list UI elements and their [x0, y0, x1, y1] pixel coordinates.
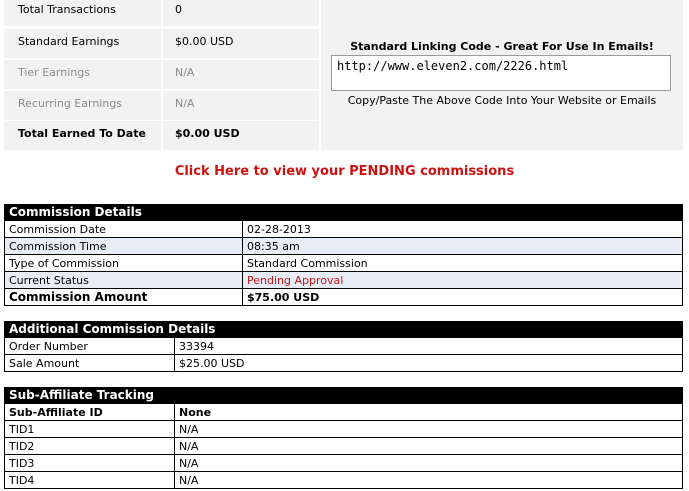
row-label: TID4 — [4, 471, 175, 489]
linking-code-panel: Standard Linking Code - Great For Use In… — [319, 0, 683, 150]
row-value: $75.00 USD — [242, 288, 683, 306]
earnings-label: Total Earned To Date — [18, 127, 146, 140]
earnings-row-total-earned: Total Earned To Date $0.00 USD — [4, 121, 319, 150]
row-label: Sale Amount — [4, 354, 175, 372]
row-value: N/A — [174, 454, 683, 472]
linking-code-title: Standard Linking Code - Great For Use In… — [350, 40, 654, 53]
row-value: 08:35 am — [242, 237, 683, 255]
row-label: Commission Date — [4, 220, 243, 238]
row-value: Standard Commission — [242, 254, 683, 272]
table-row: Commission Time 08:35 am — [4, 237, 683, 255]
row-label: Type of Commission — [4, 254, 243, 272]
row-label: Order Number — [4, 337, 175, 355]
linking-code-field[interactable]: http://www.eleven2.com/2226.html — [331, 55, 671, 91]
commission-details-table: Commission Details Commission Date 02-28… — [4, 204, 683, 306]
earnings-summary: Total Transactions 0 Standard Earnings $… — [4, 0, 319, 150]
table-row: TID4 N/A — [4, 471, 683, 489]
table-row: Commission Date 02-28-2013 — [4, 220, 683, 238]
sub-affiliate-table: Sub-Affiliate Tracking Sub-Affiliate ID … — [4, 387, 683, 489]
pending-commissions-link[interactable]: Click Here to view your PENDING commissi… — [0, 164, 689, 179]
earnings-label: Standard Earnings — [18, 35, 120, 48]
table-row: TID1 N/A — [4, 420, 683, 438]
sub-affiliate-id-value: None — [174, 403, 683, 421]
table-row: Order Number 33394 — [4, 337, 683, 355]
status-value: Pending Approval — [242, 271, 683, 289]
row-label: TID2 — [4, 437, 175, 455]
earnings-label: Tier Earnings — [18, 66, 90, 79]
sub-affiliate-id-label: Sub-Affiliate ID — [4, 403, 175, 421]
table-row: Sub-Affiliate ID None — [4, 403, 683, 421]
earnings-row-standard: Standard Earnings $0.00 USD — [4, 29, 319, 58]
earnings-value: N/A — [175, 66, 195, 79]
row-value: $25.00 USD — [174, 354, 683, 372]
table-row: Sale Amount $25.00 USD — [4, 354, 683, 372]
table-row: Type of Commission Standard Commission — [4, 254, 683, 272]
table-row: Current Status Pending Approval — [4, 271, 683, 289]
earnings-label: Recurring Earnings — [18, 97, 123, 110]
additional-details-table: Additional Commission Details Order Numb… — [4, 321, 683, 372]
row-label: Current Status — [4, 271, 243, 289]
row-label: Commission Time — [4, 237, 243, 255]
earnings-value: $0.00 USD — [175, 35, 234, 48]
row-value: N/A — [174, 437, 683, 455]
additional-details-header: Additional Commission Details — [4, 321, 683, 338]
row-label: Commission Amount — [4, 288, 243, 306]
table-row: Commission Amount $75.00 USD — [4, 288, 683, 306]
row-value: 02-28-2013 — [242, 220, 683, 238]
row-label: TID3 — [4, 454, 175, 472]
row-value: N/A — [174, 420, 683, 438]
earnings-label: Total Transactions — [18, 3, 116, 16]
table-row: TID2 N/A — [4, 437, 683, 455]
sub-affiliate-header: Sub-Affiliate Tracking — [4, 387, 683, 404]
earnings-row-total-transactions: Total Transactions 0 — [4, 0, 319, 26]
earnings-row-tier: Tier Earnings N/A — [4, 60, 319, 89]
commission-details-header: Commission Details — [4, 204, 683, 221]
linking-code-note: Copy/Paste The Above Code Into Your Webs… — [347, 94, 657, 107]
earnings-value: N/A — [175, 97, 195, 110]
earnings-row-recurring: Recurring Earnings N/A — [4, 91, 319, 120]
row-label: TID1 — [4, 420, 175, 438]
row-value: 33394 — [174, 337, 683, 355]
earnings-value: 0 — [175, 3, 182, 16]
earnings-value: $0.00 USD — [175, 127, 240, 140]
table-row: TID3 N/A — [4, 454, 683, 472]
row-value: N/A — [174, 471, 683, 489]
